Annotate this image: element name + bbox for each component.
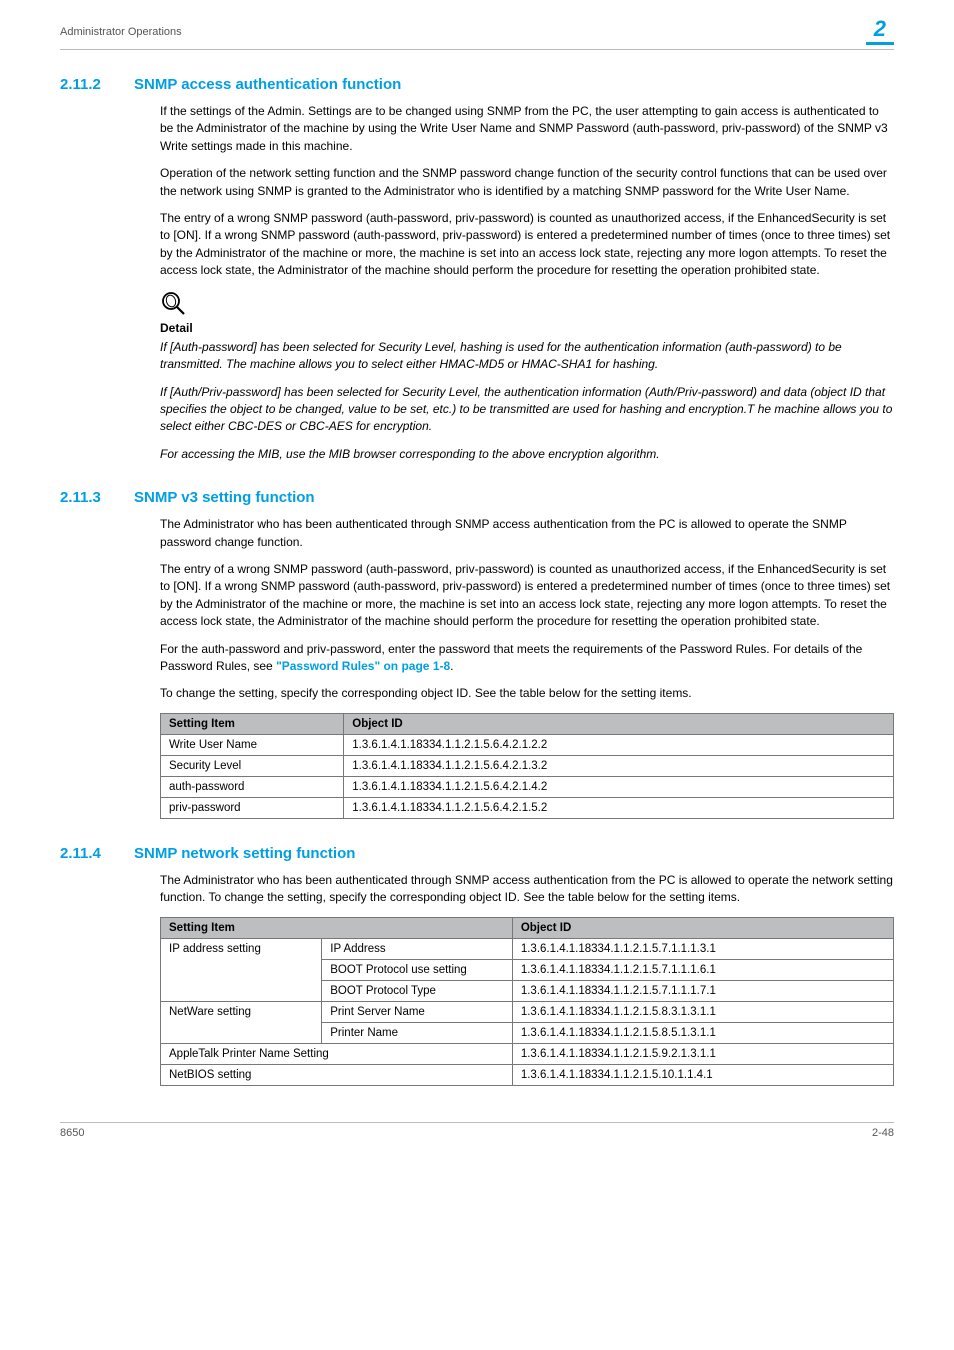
setting-subitem-cell: IP Address [322, 938, 513, 959]
snmp-network-settings-table: Setting Item Object ID IP address settin… [160, 917, 894, 1086]
footer-left: 8650 [60, 1127, 84, 1139]
object-id-cell: 1.3.6.1.4.1.18334.1.1.2.1.5.9.2.1.3.1.1 [512, 1043, 893, 1064]
page-header: Administrator Operations 2 [60, 18, 894, 50]
setting-subitem-cell: Printer Name [322, 1022, 513, 1043]
section-title: SNMP v3 setting function [134, 489, 315, 506]
object-id-cell: 1.3.6.1.4.1.18334.1.1.2.1.5.6.4.2.1.4.2 [344, 776, 894, 797]
object-id-cell: 1.3.6.1.4.1.18334.1.1.2.1.5.7.1.1.1.7.1 [512, 980, 893, 1001]
paragraph: The entry of a wrong SNMP password (auth… [160, 210, 894, 280]
setting-item-cell: NetBIOS setting [161, 1064, 513, 1085]
table-row: IP address settingIP Address1.3.6.1.4.1.… [161, 938, 894, 959]
chapter-number-badge: 2 [866, 18, 894, 45]
paragraph: If the settings of the Admin. Settings a… [160, 103, 894, 155]
object-id-cell: 1.3.6.1.4.1.18334.1.1.2.1.5.6.4.2.1.3.2 [344, 755, 894, 776]
magnifier-icon [160, 290, 894, 318]
table-header: Setting Item [161, 917, 513, 938]
setting-item-cell: auth-password [161, 776, 344, 797]
paragraph: The Administrator who has been authentic… [160, 872, 894, 907]
detail-block: Detail If [Auth-password] has been selec… [160, 320, 894, 464]
setting-item-cell: Security Level [161, 755, 344, 776]
table-header: Object ID [344, 713, 894, 734]
text: For the auth-password and priv-password,… [160, 642, 862, 673]
object-id-cell: 1.3.6.1.4.1.18334.1.1.2.1.5.8.5.1.3.1.1 [512, 1022, 893, 1043]
snmp-v3-settings-table: Setting Item Object ID Write User Name1.… [160, 713, 894, 819]
detail-paragraph: If [Auth-password] has been selected for… [160, 339, 894, 374]
section-2-11-2-body: If the settings of the Admin. Settings a… [160, 103, 894, 280]
setting-item-cell: priv-password [161, 797, 344, 818]
setting-item-cell: Write User Name [161, 734, 344, 755]
table-row: AppleTalk Printer Name Setting1.3.6.1.4.… [161, 1043, 894, 1064]
object-id-cell: 1.3.6.1.4.1.18334.1.1.2.1.5.7.1.1.1.3.1 [512, 938, 893, 959]
paragraph: To change the setting, specify the corre… [160, 685, 894, 702]
section-2-11-3-heading: 2.11.3 SNMP v3 setting function [60, 489, 894, 506]
section-2-11-4-heading: 2.11.4 SNMP network setting function [60, 845, 894, 862]
paragraph: The Administrator who has been authentic… [160, 516, 894, 551]
paragraph: Operation of the network setting functio… [160, 165, 894, 200]
setting-subitem-cell: BOOT Protocol use setting [322, 959, 513, 980]
object-id-cell: 1.3.6.1.4.1.18334.1.1.2.1.5.8.3.1.3.1.1 [512, 1001, 893, 1022]
page-footer: 8650 2-48 [60, 1122, 894, 1139]
table-header: Object ID [512, 917, 893, 938]
setting-subitem-cell: Print Server Name [322, 1001, 513, 1022]
text: . [450, 659, 453, 673]
object-id-cell: 1.3.6.1.4.1.18334.1.1.2.1.5.6.4.2.1.2.2 [344, 734, 894, 755]
setting-subitem-cell: BOOT Protocol Type [322, 980, 513, 1001]
section-number: 2.11.4 [60, 845, 110, 862]
detail-paragraph: If [Auth/Priv-password] has been selecte… [160, 384, 894, 436]
paragraph: The entry of a wrong SNMP password (auth… [160, 561, 894, 631]
table-row: auth-password1.3.6.1.4.1.18334.1.1.2.1.5… [161, 776, 894, 797]
object-id-cell: 1.3.6.1.4.1.18334.1.1.2.1.5.10.1.1.4.1 [512, 1064, 893, 1085]
section-number: 2.11.3 [60, 489, 110, 506]
section-number: 2.11.2 [60, 76, 110, 93]
object-id-cell: 1.3.6.1.4.1.18334.1.1.2.1.5.7.1.1.1.6.1 [512, 959, 893, 980]
setting-category-cell: IP address setting [161, 938, 322, 1001]
section-title: SNMP network setting function [134, 845, 355, 862]
setting-item-cell: AppleTalk Printer Name Setting [161, 1043, 513, 1064]
header-left: Administrator Operations [60, 26, 182, 38]
section-2-11-2-heading: 2.11.2 SNMP access authentication functi… [60, 76, 894, 93]
detail-paragraph: For accessing the MIB, use the MIB brows… [160, 446, 894, 463]
section-title: SNMP access authentication function [134, 76, 401, 93]
paragraph: For the auth-password and priv-password,… [160, 641, 894, 676]
object-id-cell: 1.3.6.1.4.1.18334.1.1.2.1.5.6.4.2.1.5.2 [344, 797, 894, 818]
password-rules-link[interactable]: "Password Rules" on page 1-8 [276, 659, 450, 673]
footer-right: 2-48 [872, 1127, 894, 1139]
table-row: priv-password1.3.6.1.4.1.18334.1.1.2.1.5… [161, 797, 894, 818]
section-2-11-3-body: The Administrator who has been authentic… [160, 516, 894, 703]
table-row: NetWare settingPrint Server Name1.3.6.1.… [161, 1001, 894, 1022]
setting-category-cell: NetWare setting [161, 1001, 322, 1043]
table-header: Setting Item [161, 713, 344, 734]
detail-label: Detail [160, 320, 894, 337]
table-row: Security Level1.3.6.1.4.1.18334.1.1.2.1.… [161, 755, 894, 776]
section-2-11-4-body: The Administrator who has been authentic… [160, 872, 894, 907]
table-row: NetBIOS setting1.3.6.1.4.1.18334.1.1.2.1… [161, 1064, 894, 1085]
table-row: Write User Name1.3.6.1.4.1.18334.1.1.2.1… [161, 734, 894, 755]
